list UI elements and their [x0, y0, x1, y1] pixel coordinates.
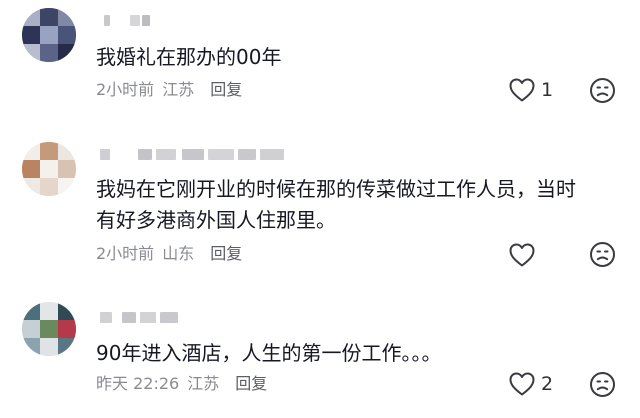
- like-count: 1: [541, 79, 554, 101]
- username-blurred[interactable]: [96, 12, 156, 30]
- avatar[interactable]: [22, 142, 76, 196]
- dislike-button[interactable]: [589, 77, 616, 104]
- heart-outline-icon: [508, 77, 536, 103]
- heart-outline-icon: [508, 242, 536, 268]
- like-count: 2: [541, 373, 554, 395]
- comment-item: 我妈在它刚开业的时候在那的传菜做过工作人员，当时 有好多港商外国人住那里。 2小…: [0, 130, 640, 290]
- comment-text: 我婚礼在那办的00年: [96, 42, 281, 73]
- comment-item: 90年进入酒店，人生的第一份工作。。。 昨天 22:26 江苏 回复 2: [0, 290, 640, 418]
- comment-text: 我妈在它刚开业的时候在那的传菜做过工作人员，当时 有好多港商外国人住那里。: [96, 174, 576, 236]
- comment-time: 昨天 22:26: [96, 374, 180, 393]
- comment-text-line: 我妈在它刚开业的时候在那的传菜做过工作人员，当时: [96, 177, 576, 201]
- dislike-button[interactable]: [589, 371, 616, 398]
- dislike-button[interactable]: [589, 241, 616, 268]
- comment-meta: 昨天 22:26 江苏 回复: [96, 374, 267, 394]
- comment-time: 2小时前: [96, 244, 155, 263]
- frown-face-icon: [589, 371, 616, 398]
- comment-text: 90年进入酒店，人生的第一份工作。。。: [96, 338, 441, 369]
- comment-item: 我婚礼在那办的00年 2小时前 江苏 回复 1: [0, 0, 640, 130]
- username-blurred[interactable]: [96, 309, 196, 327]
- like-button[interactable]: [508, 242, 541, 268]
- comment-time: 2小时前: [96, 80, 155, 99]
- avatar[interactable]: [22, 302, 76, 356]
- comment-meta: 2小时前 江苏 回复: [96, 80, 242, 100]
- comment-text-line: 90年进入酒店，人生的第一份工作。。。: [96, 341, 442, 365]
- like-button[interactable]: 1: [508, 77, 553, 103]
- heart-outline-icon: [508, 371, 536, 397]
- comment-location: 江苏: [162, 80, 195, 99]
- comment-location: 山东: [162, 244, 195, 263]
- comment-location: 江苏: [187, 374, 220, 393]
- like-button[interactable]: 2: [508, 371, 553, 397]
- frown-face-icon: [589, 77, 616, 104]
- comment-text-line: 我婚礼在那办的00年: [96, 45, 282, 69]
- username-blurred[interactable]: [96, 146, 296, 164]
- avatar[interactable]: [22, 8, 76, 62]
- reply-button[interactable]: 回复: [235, 374, 267, 394]
- reply-button[interactable]: 回复: [210, 244, 242, 264]
- reply-button[interactable]: 回复: [210, 80, 242, 100]
- frown-face-icon: [589, 241, 616, 268]
- comment-meta: 2小时前 山东 回复: [96, 244, 242, 264]
- comment-text-line: 有好多港商外国人住那里。: [96, 208, 336, 232]
